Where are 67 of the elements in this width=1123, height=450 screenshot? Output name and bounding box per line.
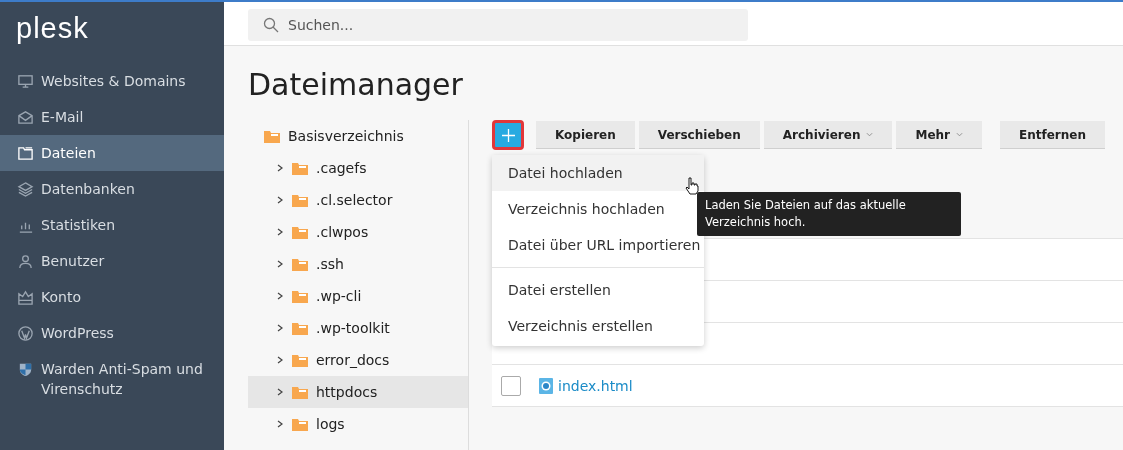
crown-icon	[17, 289, 34, 306]
toolbar-button[interactable]: Entfernen	[1000, 121, 1105, 149]
tree-item[interactable]: .clwpos	[248, 216, 468, 248]
chevron-right-icon[interactable]	[276, 420, 284, 428]
tree-item[interactable]: .wp-toolkit	[248, 312, 468, 344]
folder-icon	[17, 145, 34, 162]
search-icon	[263, 17, 279, 33]
nav-item[interactable]: Dateien	[0, 135, 224, 171]
folder-icon	[264, 129, 280, 143]
folder-icon	[292, 257, 308, 271]
tree-item[interactable]: .ssh	[248, 248, 468, 280]
web-file-icon	[539, 377, 553, 394]
toolbar-button[interactable]: Kopieren	[536, 121, 635, 149]
monitor-icon	[17, 73, 34, 90]
nav-item[interactable]: Datenbanken	[0, 171, 224, 207]
folder-icon	[292, 193, 308, 207]
nav-item[interactable]: Websites & Domains	[0, 63, 224, 99]
folder-icon	[292, 385, 308, 399]
folder-icon	[292, 321, 308, 335]
nav-item[interactable]: E-Mail	[0, 99, 224, 135]
checkbox[interactable]	[501, 375, 521, 396]
toolbar-button[interactable]: Verschieben	[638, 121, 760, 149]
plus-icon	[501, 128, 515, 142]
folder-icon	[292, 289, 308, 303]
tree-item[interactable]: .cagefs	[248, 152, 468, 184]
caret-icon	[956, 132, 963, 137]
nav-item[interactable]: WordPress	[0, 315, 224, 351]
nav-item[interactable]: Warden Anti-Spam und Virenschutz	[0, 351, 224, 407]
tree-item[interactable]: error_docs	[248, 344, 468, 376]
nav-item[interactable]: Konto	[0, 279, 224, 315]
search-field[interactable]: Suchen...	[248, 9, 748, 41]
chevron-right-icon[interactable]	[276, 228, 284, 236]
nav-item[interactable]: Statistiken	[0, 207, 224, 243]
shield-icon	[17, 361, 34, 378]
tree-item[interactable]: httpdocs	[248, 376, 468, 408]
user-icon	[17, 253, 34, 270]
folder-icon	[292, 353, 308, 367]
chevron-right-icon[interactable]	[276, 356, 284, 364]
tree-item[interactable]: .cl.selector	[248, 184, 468, 216]
menu-item[interactable]: Verzeichnis erstellen	[492, 308, 704, 344]
file-link[interactable]: index.html	[558, 377, 633, 394]
chevron-right-icon[interactable]	[276, 324, 284, 332]
chevron-right-icon[interactable]	[276, 260, 284, 268]
menu-item[interactable]: Datei hochladen	[492, 155, 704, 191]
dropdown-button[interactable]: Mehr	[896, 121, 982, 149]
wordpress-icon	[17, 325, 34, 342]
menu-item[interactable]: Datei erstellen	[492, 272, 704, 308]
caret-icon	[866, 132, 874, 137]
tooltip: Laden Sie Dateien auf das aktuelle Verzeichnis hoch.	[697, 192, 961, 236]
envelope-icon	[17, 109, 34, 126]
chevron-right-icon[interactable]	[276, 196, 284, 204]
tree-item[interactable]: .wp-cli	[248, 280, 468, 312]
logo: plesk	[15, 11, 90, 46]
tree-item[interactable]: Basisverzeichnis	[248, 120, 468, 152]
tree-item[interactable]: logs	[248, 408, 468, 440]
add-button[interactable]	[492, 120, 524, 150]
page-title: Dateimanager	[247, 66, 464, 104]
layers-icon	[17, 181, 34, 198]
folder-icon	[292, 225, 308, 239]
nav-item[interactable]: Benutzer	[0, 243, 224, 279]
folder-icon	[292, 417, 308, 431]
chevron-right-icon[interactable]	[276, 388, 284, 396]
chevron-right-icon[interactable]	[276, 292, 284, 300]
folder-icon	[292, 161, 308, 175]
chevron-right-icon[interactable]	[276, 164, 284, 172]
dropdown-button[interactable]: Archivieren	[763, 121, 893, 149]
hand-cursor-icon	[685, 177, 699, 195]
